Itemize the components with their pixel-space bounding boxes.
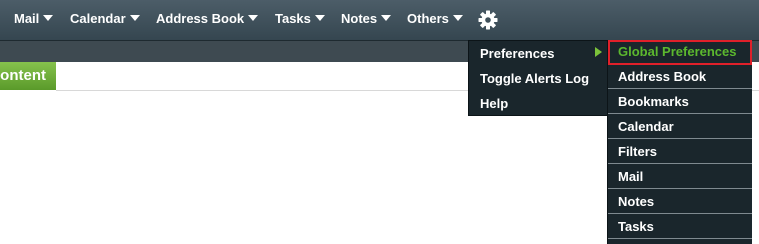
- submenu-item-label: Calendar: [618, 119, 674, 134]
- preferences-submenu: Global Preferences Address Book Bookmark…: [607, 40, 752, 244]
- submenu-item-tasks[interactable]: Tasks: [608, 215, 752, 239]
- content-tab[interactable]: ontent: [0, 62, 56, 90]
- submenu-item-label: Global Preferences: [618, 44, 737, 59]
- nav-tasks[interactable]: Tasks: [275, 11, 325, 26]
- nav-others-label: Others: [407, 11, 449, 26]
- gear-dropdown-menu: Preferences Toggle Alerts Log Help: [468, 40, 608, 116]
- nav-mail-label: Mail: [14, 11, 40, 26]
- chevron-down-icon: [43, 15, 54, 21]
- submenu-item-global-preferences[interactable]: Global Preferences: [608, 40, 752, 65]
- nav-address-book[interactable]: Address Book: [156, 11, 259, 26]
- menu-item-preferences[interactable]: Preferences: [480, 46, 554, 61]
- nav-mail[interactable]: Mail: [14, 11, 54, 26]
- submenu-item-calendar[interactable]: Calendar: [608, 115, 752, 139]
- nav-notes[interactable]: Notes: [341, 11, 392, 26]
- nav-calendar[interactable]: Calendar: [70, 11, 140, 26]
- submenu-item-label: Bookmarks: [618, 94, 689, 109]
- submenu-item-address-book[interactable]: Address Book: [608, 65, 752, 89]
- chevron-down-icon: [314, 15, 325, 21]
- nav-others[interactable]: Others: [407, 11, 463, 26]
- menu-item-toggle-alerts-log-label: Toggle Alerts Log: [480, 71, 590, 86]
- content-tab-label: ontent: [0, 67, 46, 84]
- nav-calendar-label: Calendar: [70, 11, 126, 26]
- submenu-item-label: Tasks: [618, 219, 654, 234]
- submenu-item-notes[interactable]: Notes: [608, 190, 752, 214]
- submenu-item-label: Address Book: [618, 69, 707, 84]
- submenu-item-label: Notes: [618, 194, 655, 209]
- submenu-item-filters[interactable]: Filters: [608, 140, 752, 164]
- nav-tasks-label: Tasks: [275, 11, 311, 26]
- chevron-down-icon: [129, 15, 140, 21]
- menu-item-help-label: Help: [480, 96, 509, 111]
- chevron-down-icon: [248, 15, 259, 21]
- menu-item-help[interactable]: Help: [480, 96, 508, 111]
- submenu-item-mail[interactable]: Mail: [608, 165, 752, 189]
- submenu-item-label: Filters: [618, 144, 658, 159]
- top-navigation-bar: Mail Calendar Address Book Tasks Notes O…: [0, 0, 759, 41]
- menu-item-preferences-label: Preferences: [480, 46, 555, 61]
- submenu-item-label: Mail: [618, 169, 644, 184]
- chevron-down-icon: [452, 15, 463, 21]
- menu-item-toggle-alerts-log[interactable]: Toggle Alerts Log: [480, 71, 589, 86]
- gear-icon[interactable]: [478, 10, 498, 30]
- nav-address-book-label: Address Book: [156, 11, 245, 26]
- nav-notes-label: Notes: [341, 11, 378, 26]
- submenu-arrow-icon: [595, 47, 602, 57]
- chevron-down-icon: [381, 15, 392, 21]
- submenu-item-bookmarks[interactable]: Bookmarks: [608, 90, 752, 114]
